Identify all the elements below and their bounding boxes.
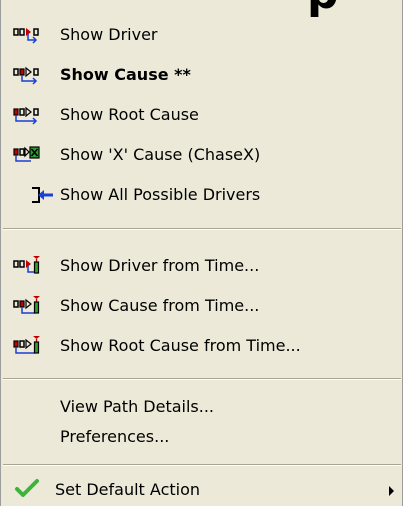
show-root-cause-icon — [13, 106, 39, 125]
menu-item-label: Show Root Cause — [60, 105, 199, 124]
show-cause-icon — [13, 66, 39, 85]
cause-from-time-icon — [13, 296, 40, 314]
menu-item-set-default-action[interactable]: Set Default Action — [1, 475, 402, 505]
menu-item-show-driver-from-time[interactable]: Show Driver from Time... — [1, 251, 402, 281]
menu-item-show-cause[interactable]: Show Cause ** — [1, 60, 402, 90]
menu-item-show-driver[interactable]: Show Driver — [1, 20, 402, 50]
menu-separator — [3, 228, 401, 230]
context-menu: p Show Driver Show Cause ** — [0, 0, 403, 506]
root-cause-from-time-icon — [13, 336, 40, 354]
menu-item-preferences[interactable]: Preferences... — [1, 422, 402, 452]
menu-item-label: Set Default Action — [55, 480, 201, 499]
menu-item-show-cause-from-time[interactable]: Show Cause from Time... — [1, 291, 402, 321]
checkmark-icon — [15, 479, 39, 497]
menu-item-label: View Path Details... — [60, 397, 215, 416]
menu-item-label: Show Cause ** — [60, 65, 191, 84]
menu-item-show-all-drivers[interactable]: Show All Possible Drivers — [1, 180, 402, 210]
menu-item-label: Show Driver from Time... — [60, 256, 260, 275]
show-driver-icon — [13, 28, 39, 44]
menu-item-label: Show 'X' Cause (ChaseX) — [60, 145, 261, 164]
menu-item-label: Preferences... — [60, 427, 170, 446]
all-drivers-icon — [32, 187, 53, 203]
menu-separator — [3, 464, 401, 466]
submenu-arrow-icon — [389, 486, 394, 496]
background-glyph: p — [307, 0, 339, 16]
menu-item-show-x-cause[interactable]: Show 'X' Cause (ChaseX) — [1, 140, 402, 170]
menu-item-show-root-cause[interactable]: Show Root Cause — [1, 100, 402, 130]
show-x-cause-icon — [13, 146, 40, 162]
menu-item-label: Show All Possible Drivers — [60, 185, 261, 204]
menu-item-label: Show Driver — [60, 25, 158, 44]
driver-from-time-icon — [13, 256, 40, 274]
menu-item-label: Show Root Cause from Time... — [60, 336, 301, 355]
menu-item-show-root-cause-from-time[interactable]: Show Root Cause from Time... — [1, 331, 402, 361]
menu-separator — [3, 378, 401, 380]
menu-item-label: Show Cause from Time... — [60, 296, 260, 315]
menu-item-view-path-details[interactable]: View Path Details... — [1, 392, 402, 422]
